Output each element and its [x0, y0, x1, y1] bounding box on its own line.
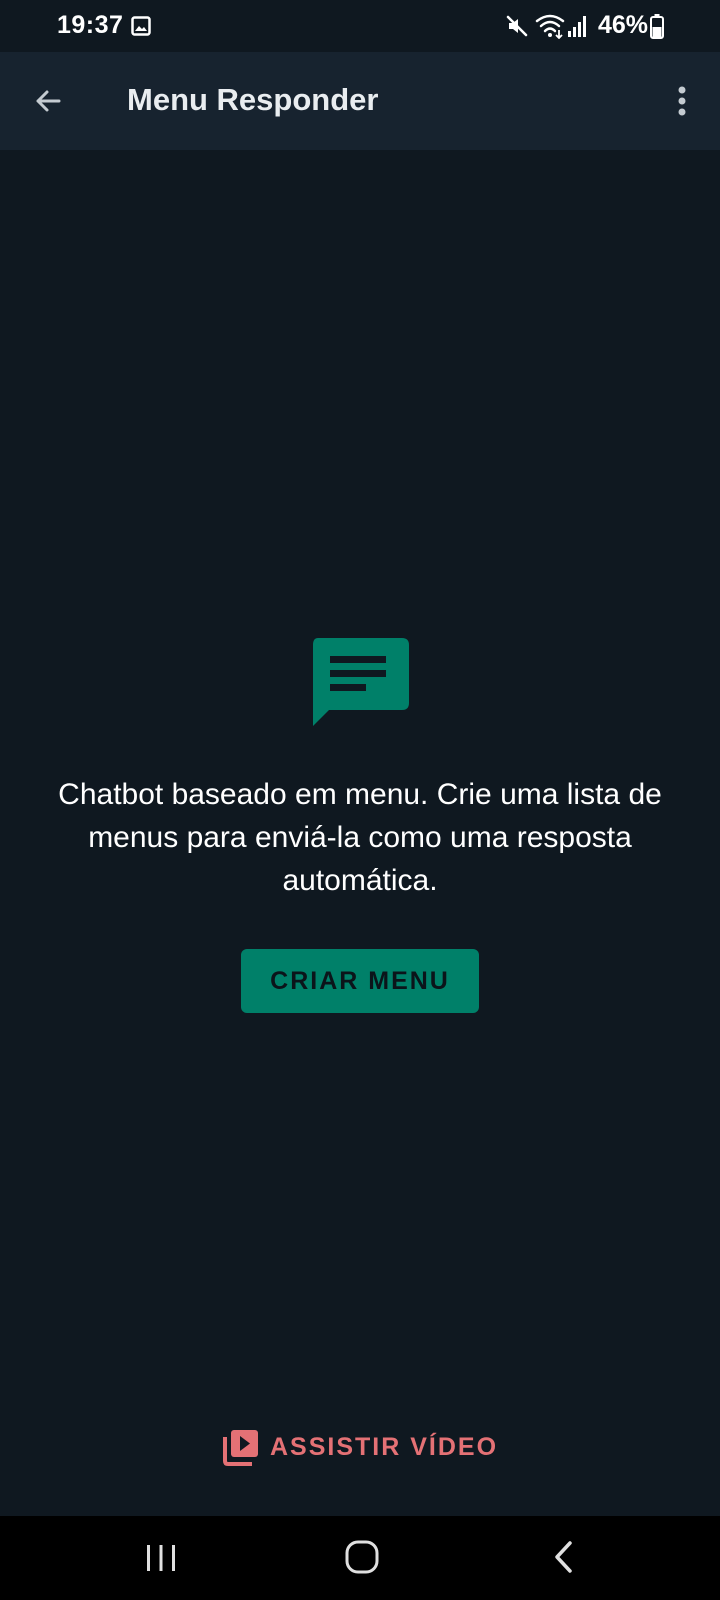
page-title: Menu Responder	[127, 82, 379, 117]
wifi-icon	[535, 14, 565, 39]
more-options-button[interactable]	[658, 77, 706, 125]
create-menu-button[interactable]: CRIAR MENU	[241, 949, 479, 1013]
screen: 19:37 46% Menu Responder Chatbot baseado…	[0, 0, 720, 1600]
back-button[interactable]	[22, 75, 74, 127]
gallery-icon	[131, 16, 151, 36]
status-bar: 19:37 46%	[0, 0, 720, 52]
back-icon[interactable]	[552, 1540, 574, 1574]
battery-icon	[650, 14, 664, 39]
video-library-icon	[223, 1430, 258, 1466]
chat-message-icon	[313, 638, 409, 726]
battery-percentage: 46%	[598, 11, 649, 39]
home-icon[interactable]	[344, 1538, 380, 1576]
mute-icon	[506, 15, 528, 37]
navigation-bar	[0, 1516, 720, 1600]
recents-icon[interactable]	[144, 1543, 178, 1573]
watch-video-button[interactable]: ASSISTIR VÍDEO	[222, 1426, 498, 1468]
status-time: 19:37	[57, 11, 124, 39]
arrow-back-icon	[36, 90, 61, 112]
empty-state-description: Chatbot baseado em menu. Crie uma lista …	[58, 778, 662, 897]
watch-video-label: ASSISTIR VÍDEO	[270, 1432, 499, 1461]
more-vert-icon	[678, 86, 686, 116]
app-bar: Menu Responder	[0, 52, 720, 150]
signal-icon	[568, 16, 586, 37]
